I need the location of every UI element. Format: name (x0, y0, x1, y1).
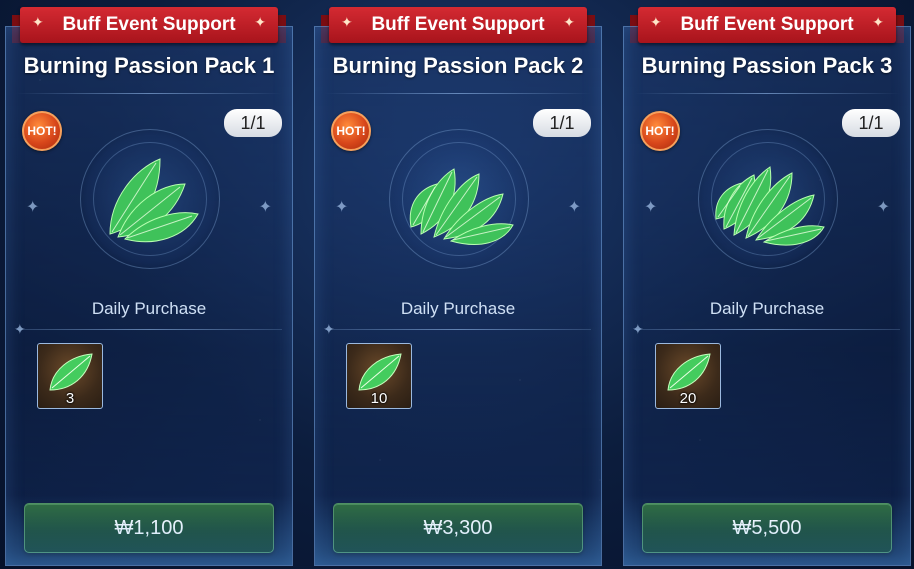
ribbon-label: Buff Event Support (62, 14, 236, 35)
divider (325, 329, 591, 330)
divider (16, 329, 282, 330)
sparkle-icon: ✦ (335, 199, 349, 216)
buy-button[interactable]: ₩1,100 (24, 503, 274, 553)
buy-button[interactable]: ₩3,300 (333, 503, 583, 553)
reward-quantity: 20 (679, 390, 697, 407)
pack-card-1[interactable]: ✦ Buff Event Support ✦ Burning Passion P… (5, 7, 293, 566)
reward-quantity: 3 (65, 390, 75, 407)
purchase-type-label: Daily Purchase (91, 299, 207, 318)
green-leaf-icon (358, 353, 402, 391)
sparkle-icon: ✦ (650, 14, 662, 30)
green-leaf-fan-icon (715, 166, 825, 246)
pack-card-3[interactable]: ✦ Buff Event Support ✦ Burning Passion P… (623, 7, 911, 566)
divider (634, 329, 900, 330)
green-leaf-icon (667, 353, 711, 391)
buy-button[interactable]: ₩5,500 (642, 503, 892, 553)
sparkle-icon: ✦ (341, 14, 353, 30)
pack-title: Burning Passion Pack 1 (23, 53, 275, 78)
hot-badge: HOT! (640, 111, 680, 151)
sparkle-icon: ✦ (872, 14, 884, 30)
purchase-limit-badge: 1/1 (533, 109, 591, 137)
sparkle-icon: ✦ (567, 199, 581, 216)
ribbon-label: Buff Event Support (371, 14, 545, 35)
reward-item-slot[interactable]: 10 (346, 343, 412, 409)
purchase-limit-badge: 1/1 (842, 109, 900, 137)
sparkle-icon: ✦ (876, 199, 890, 216)
event-ribbon: ✦ Buff Event Support ✦ (12, 7, 286, 43)
hot-badge: HOT! (22, 111, 62, 151)
green-leaf-fan-icon (409, 168, 514, 245)
purchase-type-label: Daily Purchase (709, 299, 825, 318)
pack-card-2[interactable]: ✦ Buff Event Support ✦ Burning Passion P… (314, 7, 602, 566)
sparkle-icon: ✦ (563, 14, 575, 30)
sparkle-icon: ✦ (644, 199, 658, 216)
reward-quantity: 10 (370, 390, 388, 407)
event-ribbon: ✦ Buff Event Support ✦ (321, 7, 595, 43)
ribbon-label: Buff Event Support (680, 14, 854, 35)
reward-item-slot[interactable]: 20 (655, 343, 721, 409)
purchase-type-label: Daily Purchase (400, 299, 516, 318)
purchase-limit-badge: 1/1 (224, 109, 282, 137)
pack-title: Burning Passion Pack 2 (332, 53, 584, 78)
sparkle-icon: ✦ (26, 199, 40, 216)
sparkle-icon: ✦ (254, 14, 266, 30)
divider (16, 93, 282, 94)
event-ribbon: ✦ Buff Event Support ✦ (630, 7, 904, 43)
divider (634, 93, 900, 94)
green-leaf-icon (49, 353, 93, 391)
sparkle-icon: ✦ (32, 14, 44, 30)
reward-item-slot[interactable]: 3 (37, 343, 103, 409)
green-leaf-fan-icon (109, 158, 199, 243)
sparkle-icon: ✦ (258, 199, 272, 216)
divider (325, 93, 591, 94)
pack-title: Burning Passion Pack 3 (641, 53, 893, 78)
hot-badge: HOT! (331, 111, 371, 151)
